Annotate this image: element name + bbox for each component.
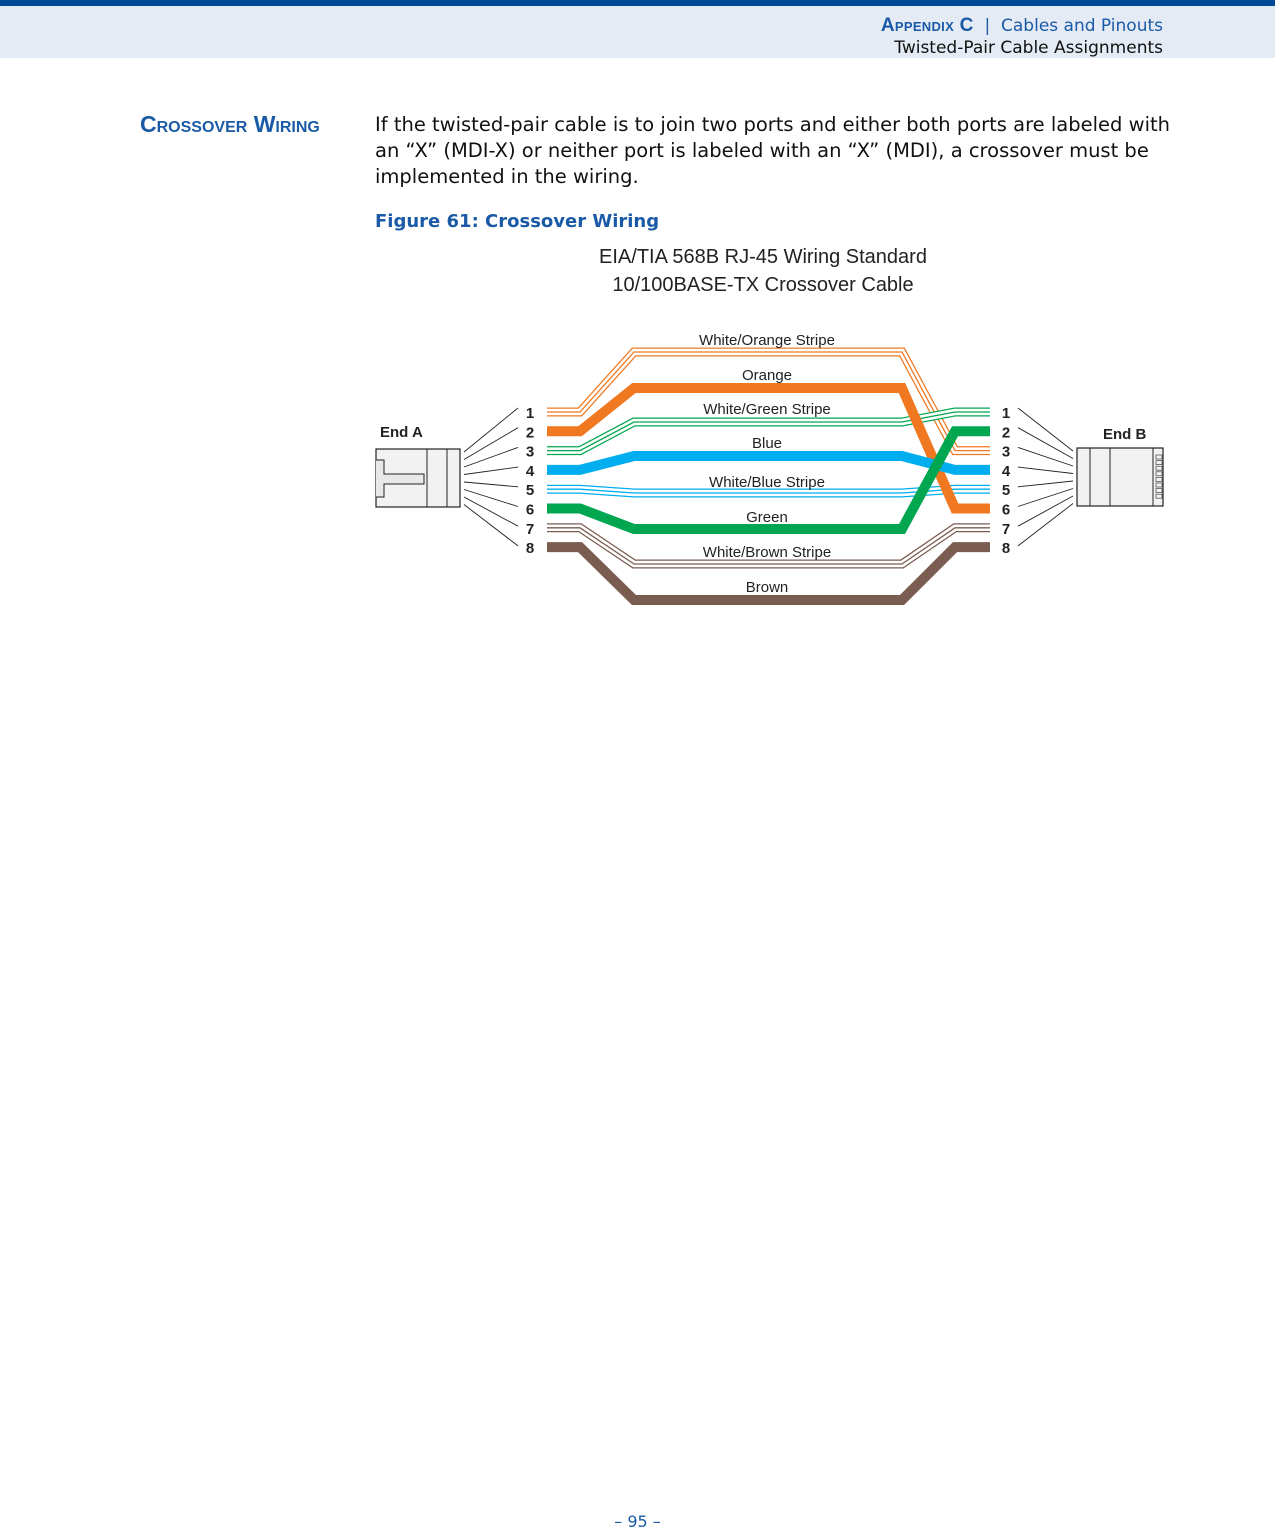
wire-label: White/Brown Stripe xyxy=(703,544,831,561)
pin-number-end-a: 8 xyxy=(526,540,534,557)
pin-number-end-a: 4 xyxy=(526,463,535,480)
end-b-label: End B xyxy=(1103,426,1146,443)
pin-number-end-b: 1 xyxy=(1002,405,1010,422)
pin-lead-end-a xyxy=(463,504,519,547)
wire-label: Brown xyxy=(746,579,789,596)
pin-lead-end-a xyxy=(463,446,519,468)
wire-label: White/Blue Stripe xyxy=(709,474,825,491)
pin-lead-end-b xyxy=(1017,488,1074,507)
pin-number-end-b: 4 xyxy=(1002,463,1011,480)
wire-label: White/Green Stripe xyxy=(703,401,831,418)
pin-lead-end-a xyxy=(463,481,519,488)
pin-number-end-b: 7 xyxy=(1002,521,1010,538)
pin-lead-end-b xyxy=(1017,480,1074,488)
pin-lead-end-b xyxy=(1017,466,1074,474)
pin-number-end-b: 6 xyxy=(1002,502,1010,519)
pin-lead-end-b xyxy=(1017,446,1074,467)
page-number: – 95 – xyxy=(614,1512,661,1531)
pin-number-end-a: 3 xyxy=(526,444,534,461)
wire-blue xyxy=(547,451,990,475)
wire-label: Orange xyxy=(742,367,792,384)
pin-lead-end-a xyxy=(463,489,519,507)
pin-number-end-a: 5 xyxy=(526,482,534,499)
pin-number-end-b: 3 xyxy=(1002,444,1010,461)
wire-label: Blue xyxy=(752,435,782,452)
pin-lead-end-a xyxy=(463,466,519,475)
pin-lead-end-b xyxy=(1017,407,1074,452)
wire-label: White/Orange Stripe xyxy=(699,332,835,349)
pin-lead-end-b xyxy=(1017,427,1074,459)
pin-number-end-b: 2 xyxy=(1002,424,1010,441)
pin-lead-end-a xyxy=(463,427,519,460)
end-a-connector xyxy=(375,448,461,508)
pin-number-end-b: 5 xyxy=(1002,482,1010,499)
pin-number-end-a: 2 xyxy=(526,424,534,441)
pin-lead-end-a xyxy=(463,496,519,527)
pin-number-end-a: 1 xyxy=(526,405,534,422)
pin-lead-end-a xyxy=(463,407,519,453)
pin-lead-end-b xyxy=(1017,495,1074,527)
end-b-connector xyxy=(1076,447,1164,507)
wire-label: Green xyxy=(746,509,788,526)
wire-labels-layer: White/Orange Stripe White/Green Stripe Whi… xyxy=(699,332,835,596)
end-a-label: End A xyxy=(380,424,423,441)
pin-number-end-a: 7 xyxy=(526,521,534,538)
crossover-wiring-diagram: White/Orange Stripe White/Green Stripe Whi… xyxy=(375,332,1164,605)
pin-number-end-b: 8 xyxy=(1002,540,1010,557)
pin-number-end-a: 6 xyxy=(526,502,534,519)
pin-lead-end-b xyxy=(1017,503,1074,547)
